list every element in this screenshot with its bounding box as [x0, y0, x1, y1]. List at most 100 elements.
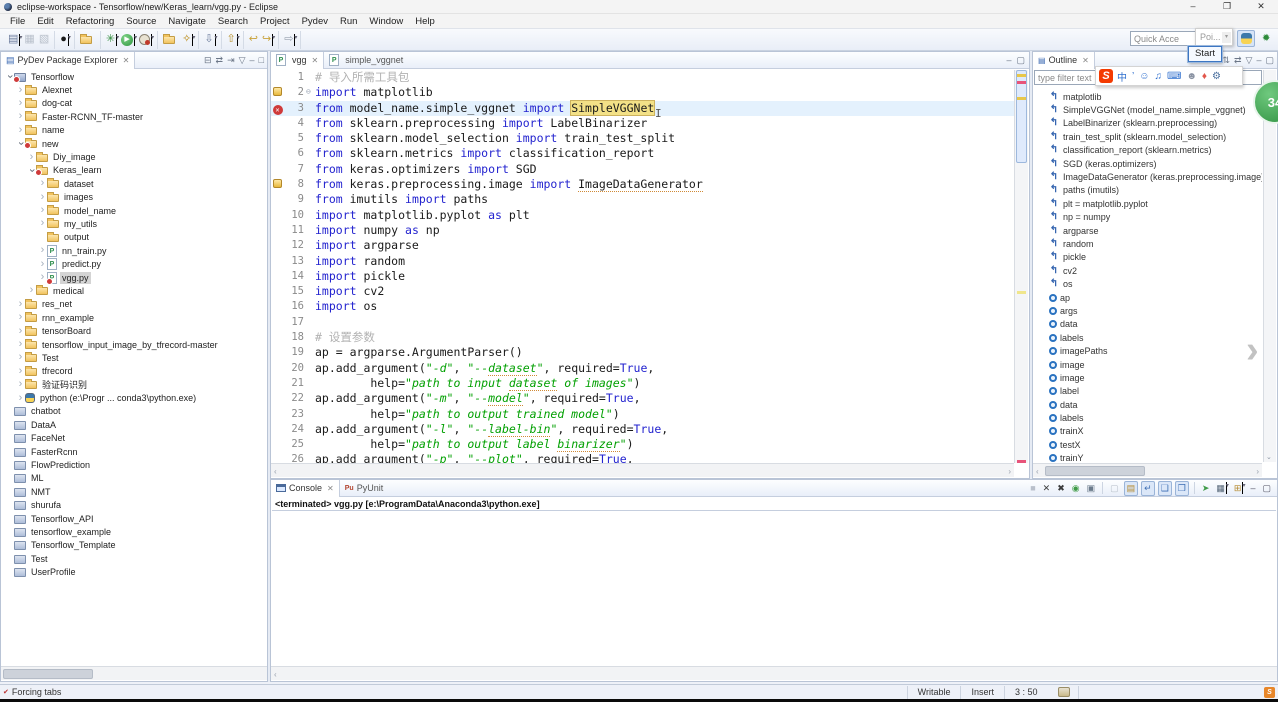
expander-icon[interactable]: › [38, 219, 47, 228]
tree-item[interactable]: ›Pvgg.py [1, 271, 265, 284]
tree-item[interactable]: tensorflow_example [1, 525, 265, 538]
keyboard-icon[interactable]: ⌨ [1167, 71, 1181, 82]
expander-icon[interactable]: › [16, 313, 25, 322]
tree-item[interactable]: ML [1, 472, 265, 485]
tree-item[interactable]: chatbot [1, 405, 265, 418]
tab-outline[interactable]: ▤ Outline✕ [1033, 52, 1095, 69]
debug-perspective-icon[interactable]: ✹ [1258, 30, 1276, 47]
relaunch-icon[interactable]: ◉ [1070, 482, 1082, 495]
menu-pydev[interactable]: Pydev [296, 14, 334, 29]
outline-item[interactable]: ↰matplotlib [1034, 90, 1262, 103]
outline-item[interactable]: ↰os [1034, 277, 1262, 290]
tree-item[interactable]: FasterRcnn [1, 445, 265, 458]
view-menu-icon[interactable]: ▽ [1246, 55, 1253, 66]
expander-icon[interactable]: › [16, 86, 25, 95]
expander-icon[interactable]: › [16, 126, 25, 135]
minimize-view-icon[interactable]: – [1006, 55, 1011, 66]
warning-marker-icon[interactable] [273, 179, 282, 188]
expander-icon[interactable]: › [16, 367, 25, 376]
close-icon[interactable]: ✕ [1082, 56, 1089, 65]
maximize-view-icon[interactable]: ▢ [1016, 55, 1025, 66]
tree-item[interactable]: ›name [1, 124, 265, 137]
expander-icon[interactable]: › [16, 99, 25, 108]
overview-marker[interactable] [1017, 74, 1026, 77]
tree-item[interactable]: ›Tensorflow [1, 70, 265, 83]
fold-icon[interactable]: ⊖ [306, 85, 315, 100]
save-icon[interactable]: ▦ [22, 31, 36, 48]
tree-item[interactable]: Tensorflow_API [1, 512, 265, 525]
console-tab-pyunit[interactable]: PuPyUnit [340, 480, 388, 497]
sort-icon[interactable]: ⇅ [1222, 55, 1230, 66]
tree-item[interactable]: FlowPrediction [1, 458, 265, 471]
menu-file[interactable]: File [4, 14, 31, 29]
expander-icon[interactable]: › [16, 340, 25, 349]
outline-item[interactable]: trainX [1034, 425, 1262, 438]
show-stdout-icon[interactable]: ❑ [1158, 481, 1172, 496]
go-into-icon[interactable]: ⇧▾ [225, 31, 240, 48]
expander-icon[interactable]: › [16, 112, 25, 121]
menu-navigate[interactable]: Navigate [162, 14, 212, 29]
toolbox-icon[interactable]: ⚙ [1212, 71, 1221, 82]
expander-icon[interactable]: › [27, 153, 36, 162]
expander-icon[interactable]: › [16, 327, 25, 336]
tree-item[interactable]: ›Ppredict.py [1, 257, 265, 270]
error-marker-icon[interactable]: ✕ [273, 105, 283, 115]
coverage-icon[interactable]: ▾ [137, 31, 154, 48]
tree-item[interactable]: UserProfile [1, 565, 265, 578]
outline-item[interactable]: ↰argparse [1034, 224, 1262, 237]
popup-dropdown-icon[interactable]: ▾ [1222, 32, 1231, 43]
menu-run[interactable]: Run [334, 14, 363, 29]
save-all-icon[interactable]: ▧ [37, 31, 51, 48]
collapse-all-icon[interactable]: ⊟ [204, 55, 212, 66]
tree-item[interactable]: ›rnn_example [1, 311, 265, 324]
restore-button[interactable]: ❐ [1210, 0, 1244, 14]
expander-icon[interactable]: › [27, 286, 36, 295]
expander-icon[interactable]: › [16, 353, 25, 362]
link-editor-icon[interactable]: ⇄ [216, 55, 224, 66]
menu-window[interactable]: Window [363, 14, 409, 29]
display-console-icon[interactable]: ▦▾ [1214, 481, 1229, 495]
outline-item[interactable]: labels [1034, 411, 1262, 424]
tree-item[interactable]: ›Keras_learn [1, 164, 265, 177]
console-output[interactable] [272, 511, 1276, 665]
copy-icon[interactable]: ▣ [1085, 482, 1098, 495]
scroll-lock-icon[interactable]: ▤ [1124, 481, 1139, 496]
tree-item[interactable]: ›tensorflow_input_image_by_tfrecord-mast… [1, 338, 265, 351]
tree-item[interactable]: ›Pnn_train.py [1, 244, 265, 257]
editor-vscrollbar[interactable] [1014, 70, 1028, 463]
tree-item[interactable]: ›model_name [1, 204, 265, 217]
focus-task-icon[interactable]: ⇥ [227, 55, 235, 66]
menu-source[interactable]: Source [120, 14, 162, 29]
close-tab-icon[interactable]: ✕ [312, 56, 319, 65]
tree-item[interactable]: ›dog-cat [1, 97, 265, 110]
remove-all-launches-icon[interactable]: ✖ [1055, 482, 1067, 495]
outline-hscrollbar[interactable]: ‹› [1033, 463, 1262, 477]
expander-icon[interactable]: › [16, 380, 25, 389]
tree-item[interactable]: Test [1, 552, 265, 565]
maximize-icon[interactable]: □ [259, 55, 264, 65]
expander-icon[interactable]: › [38, 246, 47, 255]
editor-tab-vgg[interactable]: Pvgg✕ [271, 52, 324, 69]
tree-item[interactable]: ›tfrecord [1, 365, 265, 378]
minimize-button[interactable]: – [1176, 0, 1210, 14]
menu-project[interactable]: Project [254, 14, 296, 29]
tree-item[interactable]: ›tensorBoard [1, 324, 265, 337]
overview-marker[interactable] [1017, 460, 1026, 463]
outline-item[interactable]: imagePaths [1034, 344, 1262, 357]
menu-help[interactable]: Help [409, 14, 441, 29]
tree-item[interactable]: ›python (e:\Progr ... conda3\python.exe) [1, 391, 265, 404]
account-icon[interactable]: ●▾ [58, 31, 71, 48]
expander-icon[interactable]: › [16, 300, 25, 309]
console-hscrollbar[interactable]: ‹ [271, 666, 1277, 680]
outline-item[interactable]: ↰ImageDataGenerator (keras.preprocessing… [1034, 170, 1262, 183]
tree-item[interactable]: Tensorflow_Template [1, 539, 265, 552]
warning-marker-icon[interactable] [273, 87, 282, 96]
tree-item[interactable]: ›Diy_image [1, 150, 265, 163]
code-editor[interactable]: 1# 导入所需工具包2⊖import matplotlib✕3from mode… [271, 70, 1014, 463]
expander-icon[interactable]: › [38, 179, 47, 188]
pin-console-icon[interactable]: ➤ [1200, 482, 1212, 495]
expander-icon[interactable]: › [38, 260, 47, 269]
explorer-hscrollbar[interactable] [1, 666, 267, 680]
tree-item[interactable]: ›Test [1, 351, 265, 364]
word-wrap-icon[interactable]: ↵ [1141, 481, 1155, 496]
